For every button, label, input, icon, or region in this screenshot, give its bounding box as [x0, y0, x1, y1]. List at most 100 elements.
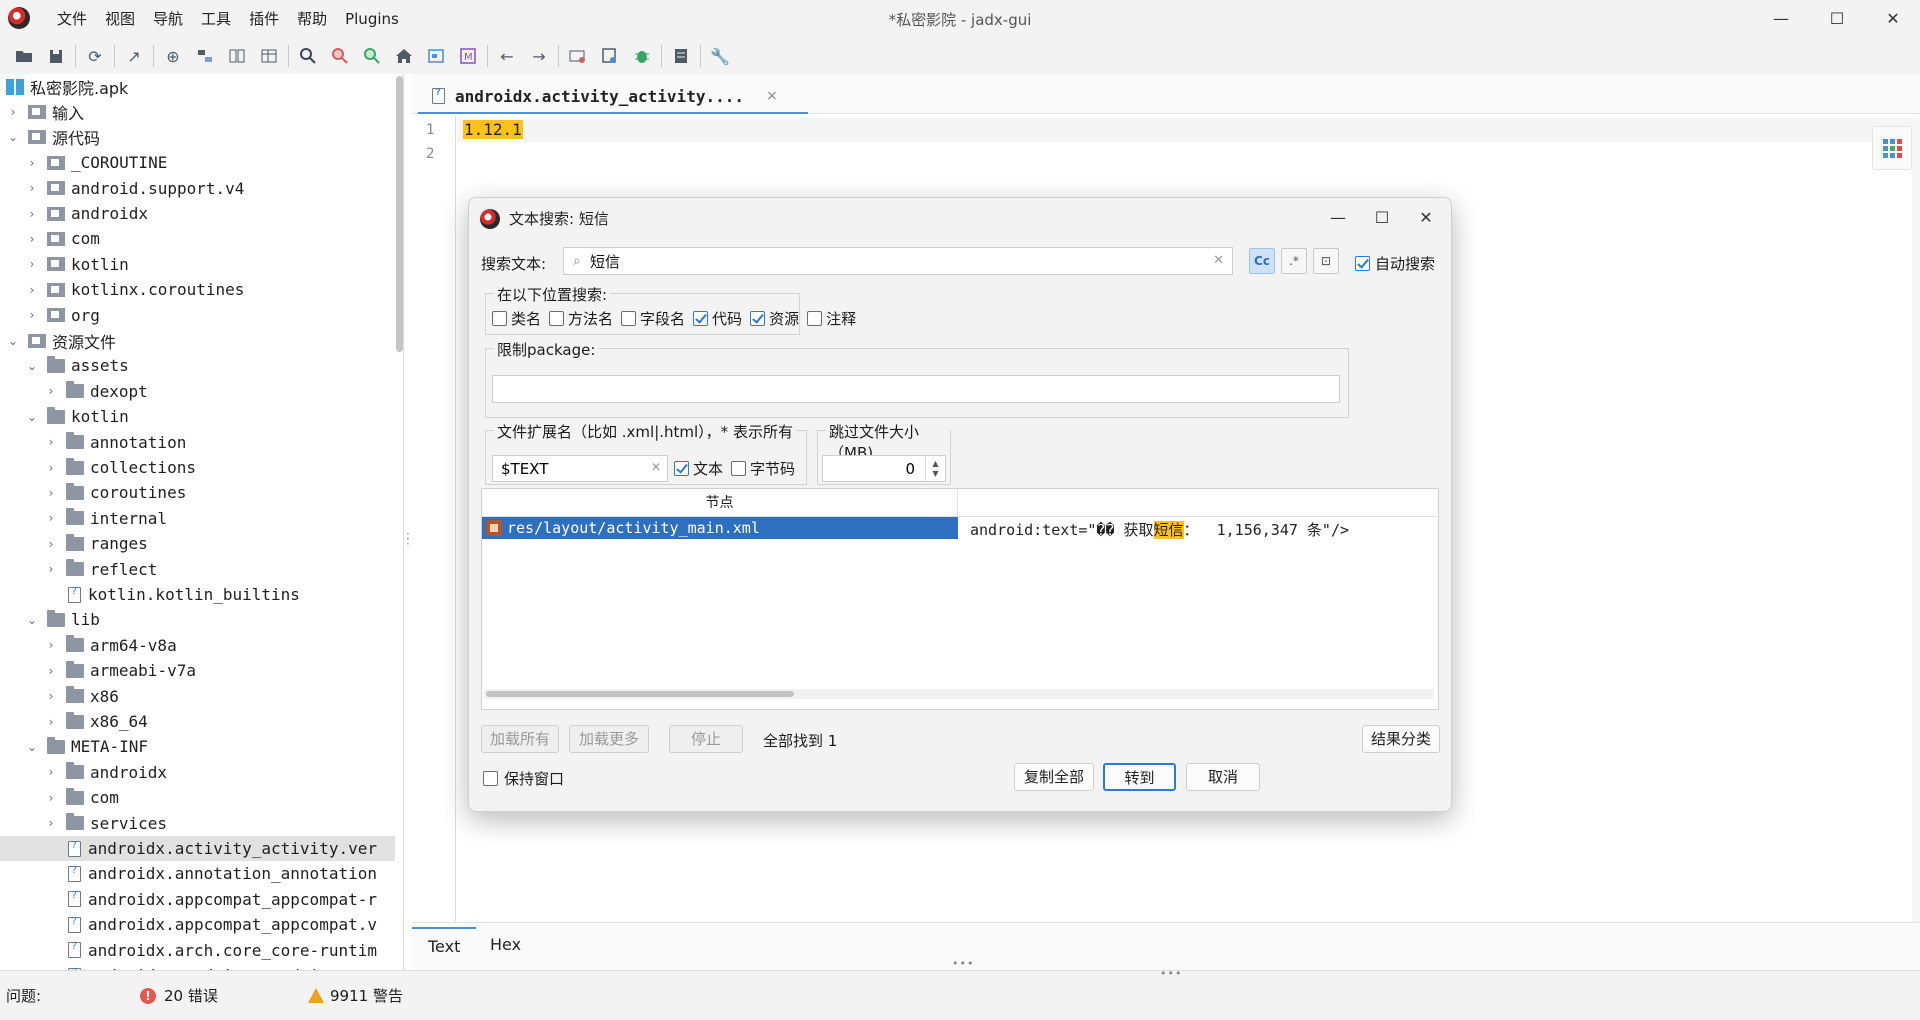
keep-window-checkbox[interactable]: 保持窗口: [483, 768, 564, 789]
split-handle[interactable]: · · ·: [406, 528, 410, 550]
checkbox[interactable]: [693, 311, 709, 326]
home-icon[interactable]: [388, 42, 420, 70]
tree-item[interactable]: › arm64-v8a: [0, 633, 395, 658]
menu-view[interactable]: 视图: [96, 8, 144, 30]
chevron-right-icon[interactable]: ›: [44, 384, 58, 398]
project-tree[interactable]: ·私密影院.apk›输入⌄源代码›_COROUTINE›android.supp…: [0, 74, 404, 970]
menu-navigate[interactable]: 导航: [144, 8, 192, 30]
tree-item[interactable]: › 输入: [0, 99, 395, 124]
size-input[interactable]: [823, 456, 919, 481]
tree-item[interactable]: · androidx.appcompat_appcompat.v: [0, 912, 395, 937]
chevron-right-icon[interactable]: ›: [25, 232, 39, 246]
frame-icon[interactable]: [420, 42, 452, 70]
whole-word-toggle[interactable]: ⊡: [1313, 248, 1339, 274]
chevron-down-icon[interactable]: ▼: [932, 469, 938, 479]
tree-item[interactable]: › x86: [0, 684, 395, 709]
search-class-icon[interactable]: [324, 42, 356, 70]
tree-item[interactable]: › kotlinx.coroutines: [0, 277, 395, 302]
editor-tab[interactable]: androidx.activity_activity.... ×: [418, 80, 808, 114]
checkbox[interactable]: [807, 311, 823, 326]
load-all-button[interactable]: 加载所有: [481, 725, 559, 753]
class-tree-icon[interactable]: [189, 42, 221, 70]
checkbox[interactable]: [483, 771, 498, 786]
menu-help[interactable]: 帮助: [288, 8, 336, 30]
tree-item[interactable]: › androidx: [0, 201, 395, 226]
warnings-indicator[interactable]: 9911 警告: [308, 985, 403, 1006]
dialog-minimize-button[interactable]: —: [1315, 202, 1361, 232]
checkbox[interactable]: [731, 461, 747, 476]
copy-all-button[interactable]: 复制全部: [1014, 763, 1094, 791]
tree-item[interactable]: › _COROUTINE: [0, 150, 395, 175]
tree-item[interactable]: › annotation: [0, 430, 395, 455]
chevron-right-icon[interactable]: ›: [44, 715, 58, 729]
chevron-right-icon[interactable]: ›: [44, 435, 58, 449]
m-icon[interactable]: M: [452, 42, 484, 70]
tab-hex[interactable]: Hex: [474, 927, 537, 961]
chevron-right-icon[interactable]: ›: [44, 791, 58, 805]
tree-item[interactable]: › kotlin: [0, 252, 395, 277]
tree-item[interactable]: ⌄ lib: [0, 607, 395, 632]
search-icon[interactable]: [292, 42, 324, 70]
package-input[interactable]: [492, 375, 1340, 403]
tree-item[interactable]: ⌄ 资源文件: [0, 328, 395, 353]
tree-item[interactable]: › collections: [0, 455, 395, 480]
chevron-right-icon[interactable]: ›: [25, 207, 39, 221]
debug-icon[interactable]: [626, 42, 658, 70]
editor-scrollbar[interactable]: [1912, 116, 1920, 922]
chevron-down-icon[interactable]: ⌄: [25, 359, 39, 373]
tree-item[interactable]: ⌄ kotlin: [0, 404, 395, 429]
scope-option[interactable]: 方法名: [549, 308, 613, 329]
dialog-close-button[interactable]: ✕: [1403, 202, 1449, 232]
table-icon[interactable]: [253, 42, 285, 70]
tree-scrollbar[interactable]: [396, 76, 403, 352]
tree-item[interactable]: › x86_64: [0, 709, 395, 734]
drag-handle[interactable]: •••: [952, 957, 974, 970]
tab-text[interactable]: Text: [412, 927, 477, 961]
scope-option[interactable]: 注释: [807, 308, 856, 329]
scrollbar-thumb[interactable]: [486, 691, 794, 697]
tree-item[interactable]: ⌄ META-INF: [0, 734, 395, 759]
close-window-button[interactable]: ✕: [1870, 0, 1916, 36]
table-row[interactable]: res/layout/activity_main.xml android:tex…: [482, 517, 1438, 539]
tree-item[interactable]: › com: [0, 226, 395, 251]
checkbox[interactable]: [1355, 256, 1370, 271]
tree-item[interactable]: › internal: [0, 506, 395, 531]
tree-item[interactable]: · kotlin.kotlin_builtins: [0, 582, 395, 607]
wrench-icon[interactable]: 🔧: [704, 42, 736, 70]
auto-search-checkbox[interactable]: 自动搜索: [1355, 253, 1435, 274]
result-code-cell[interactable]: android:text="�� 获取短信： 1,156,347 条"/>: [970, 519, 1349, 540]
checkbox[interactable]: [621, 311, 637, 326]
menu-file[interactable]: 文件: [48, 8, 96, 30]
tree-item[interactable]: ·私密影院.apk: [0, 74, 395, 99]
tree-item[interactable]: › android.support.v4: [0, 176, 395, 201]
forward-icon[interactable]: →: [523, 42, 555, 70]
tree-item[interactable]: › reflect: [0, 557, 395, 582]
deobfuscate-icon[interactable]: ⊕: [157, 42, 189, 70]
tree-item[interactable]: › coroutines: [0, 480, 395, 505]
checkbox[interactable]: [492, 311, 507, 326]
tree-item[interactable]: · androidx.arch.core_core-runtim: [0, 938, 395, 963]
chevron-right-icon[interactable]: ›: [44, 562, 58, 576]
case-sensitive-toggle[interactable]: Cc: [1249, 248, 1275, 274]
chevron-right-icon[interactable]: ›: [44, 689, 58, 703]
chevron-right-icon[interactable]: ›: [44, 511, 58, 525]
tree-item[interactable]: › armeabi-v7a: [0, 658, 395, 683]
load-more-button[interactable]: 加载更多: [569, 725, 649, 753]
tree-item[interactable]: › ranges: [0, 531, 395, 556]
tree-item[interactable]: ⌄ assets: [0, 353, 395, 378]
chevron-right-icon[interactable]: ›: [25, 181, 39, 195]
clear-icon[interactable]: ✕: [651, 460, 661, 474]
chevron-right-icon[interactable]: ›: [6, 105, 20, 119]
chevron-down-icon[interactable]: ⌄: [25, 740, 39, 754]
save-all-icon[interactable]: [40, 42, 72, 70]
results-horizontal-scrollbar[interactable]: [484, 689, 1434, 699]
tree-item[interactable]: › org: [0, 303, 395, 328]
chevron-right-icon[interactable]: ›: [44, 816, 58, 830]
log-icon[interactable]: [665, 42, 697, 70]
chevron-right-icon[interactable]: ›: [44, 486, 58, 500]
chevron-down-icon[interactable]: ⌄: [25, 613, 39, 627]
search-input[interactable]: [590, 252, 1190, 270]
tab-close-icon[interactable]: ×: [766, 88, 778, 104]
minimize-button[interactable]: —: [1758, 0, 1804, 36]
side-panel-widget[interactable]: [1872, 126, 1912, 170]
